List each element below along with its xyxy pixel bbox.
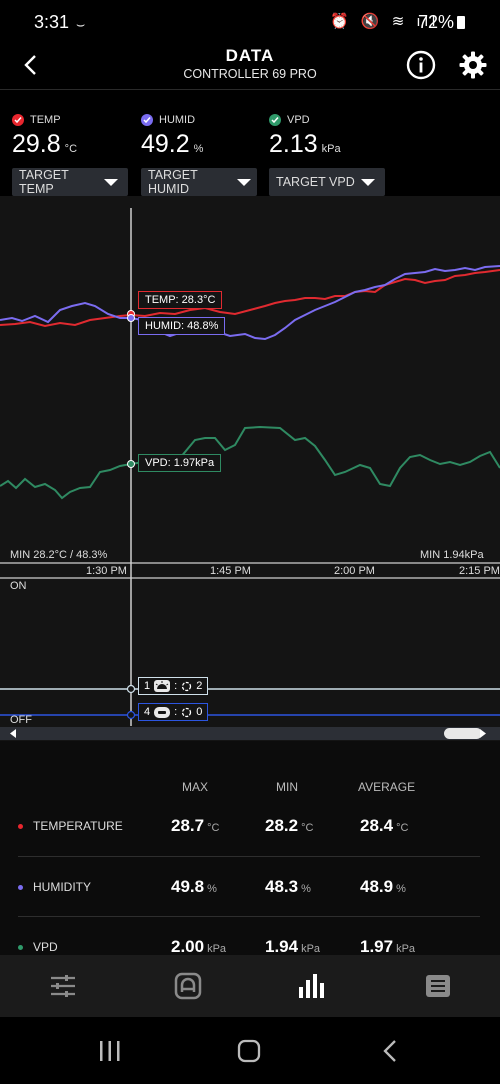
recent-apps-button[interactable] <box>98 1040 122 1067</box>
col-max: MAX <box>182 780 209 794</box>
notification-icon: ⌣ <box>76 16 86 32</box>
caret-down-icon <box>361 178 375 186</box>
stats-panel <box>0 741 500 955</box>
humid-avg: 48.9% <box>360 877 406 896</box>
info-button[interactable] <box>406 50 436 80</box>
check-icon <box>12 114 24 126</box>
temp-min: 28.2 °C <box>265 816 314 835</box>
time-tick: 1:45 PM <box>210 565 251 577</box>
temp-max: 28.7 °C <box>171 816 220 835</box>
nav-data[interactable] <box>292 968 332 1004</box>
metric-humid: HUMID 49.2% <box>141 114 204 158</box>
min-vpd-label: MIN 1.94kPa <box>420 549 484 561</box>
status-time: 3:31 <box>34 12 70 32</box>
nav-settings[interactable] <box>43 968 83 1004</box>
sensor-chart[interactable] <box>0 196 500 741</box>
cycle-icon <box>182 681 192 691</box>
row-divider <box>18 856 480 857</box>
system-back-button[interactable] <box>382 1039 398 1068</box>
controller-icon <box>174 972 202 1000</box>
humid-tooltip: HUMID: 48.8% <box>138 317 226 335</box>
on-label: ON <box>10 580 27 592</box>
home-button[interactable] <box>237 1039 261 1068</box>
caret-down-icon <box>237 178 251 186</box>
humid-min: 48.3% <box>265 877 311 896</box>
cycle-icon <box>182 707 192 717</box>
list-icon <box>426 975 450 997</box>
metric-temp: TEMP 29.8 °C <box>12 114 78 158</box>
col-min: MIN <box>276 780 298 794</box>
target-temp-dropdown[interactable]: TARGET TEMP <box>12 168 128 196</box>
row-divider <box>18 916 480 917</box>
device-1-point <box>126 684 136 694</box>
col-average: AVERAGE <box>358 780 416 794</box>
check-icon <box>141 114 153 126</box>
home-icon <box>237 1039 261 1063</box>
recent-apps-icon <box>100 1041 120 1061</box>
metric-vpd: VPD 2.13 kPa <box>269 114 341 158</box>
humid-cursor-point <box>127 314 135 322</box>
temp-series-line <box>0 269 500 328</box>
humid-series-line <box>0 265 500 341</box>
humid-max: 49.8% <box>171 877 217 896</box>
sliders-icon <box>51 975 75 997</box>
device-2-point <box>126 710 136 720</box>
settings-button[interactable] <box>458 50 488 80</box>
off-label: OFF <box>10 714 32 726</box>
caret-down-icon <box>104 178 118 186</box>
temp-avg: 28.4 °C <box>360 816 409 835</box>
time-tick: 2:00 PM <box>334 565 375 577</box>
vpd-value: 2.13 <box>269 130 318 158</box>
device-2-tooltip: 4 : 0 <box>138 703 209 721</box>
nav-controller[interactable] <box>168 968 208 1004</box>
row-vpd-label: VPD <box>18 940 58 954</box>
device-1-tooltip: 1 : 2 <box>138 677 209 695</box>
battery-level: 72% <box>418 12 466 33</box>
vpd-series-line <box>0 425 500 500</box>
nav-list[interactable] <box>418 968 458 1004</box>
target-vpd-dropdown[interactable]: TARGET VPD <box>269 168 385 196</box>
check-icon <box>269 114 281 126</box>
info-icon <box>406 50 436 80</box>
back-icon <box>383 1040 396 1062</box>
chart-scrollbar-track[interactable] <box>0 727 500 740</box>
gear-icon <box>459 51 487 79</box>
temp-value: 29.8 <box>12 130 61 158</box>
vpd-tooltip: VPD: 1.97kPa <box>138 454 222 472</box>
row-humidity-label: HUMIDITY <box>18 880 91 894</box>
vpd-cursor-point <box>127 460 135 468</box>
light-icon <box>154 680 171 692</box>
row-temperature-label: TEMPERATURE <box>18 819 123 833</box>
target-humid-dropdown[interactable]: TARGET HUMID <box>141 168 257 196</box>
outlet-icon <box>154 706 171 718</box>
temp-tooltip: TEMP: 28.3°C <box>138 291 223 309</box>
humid-value: 49.2 <box>141 130 190 158</box>
chart-svg <box>0 208 500 740</box>
time-tick: 1:30 PM <box>86 565 127 577</box>
chart-scrollbar-thumb[interactable] <box>444 728 482 739</box>
vpd-avg: 1.97 kPa <box>360 937 416 956</box>
chart-icon <box>299 974 324 998</box>
vpd-min: 1.94 kPa <box>265 937 321 956</box>
min-temp-humid-label: MIN 28.2°C / 48.3% <box>10 549 108 561</box>
vpd-max: 2.00 kPa <box>171 937 227 956</box>
time-tick: 2:15 PM <box>459 565 500 577</box>
